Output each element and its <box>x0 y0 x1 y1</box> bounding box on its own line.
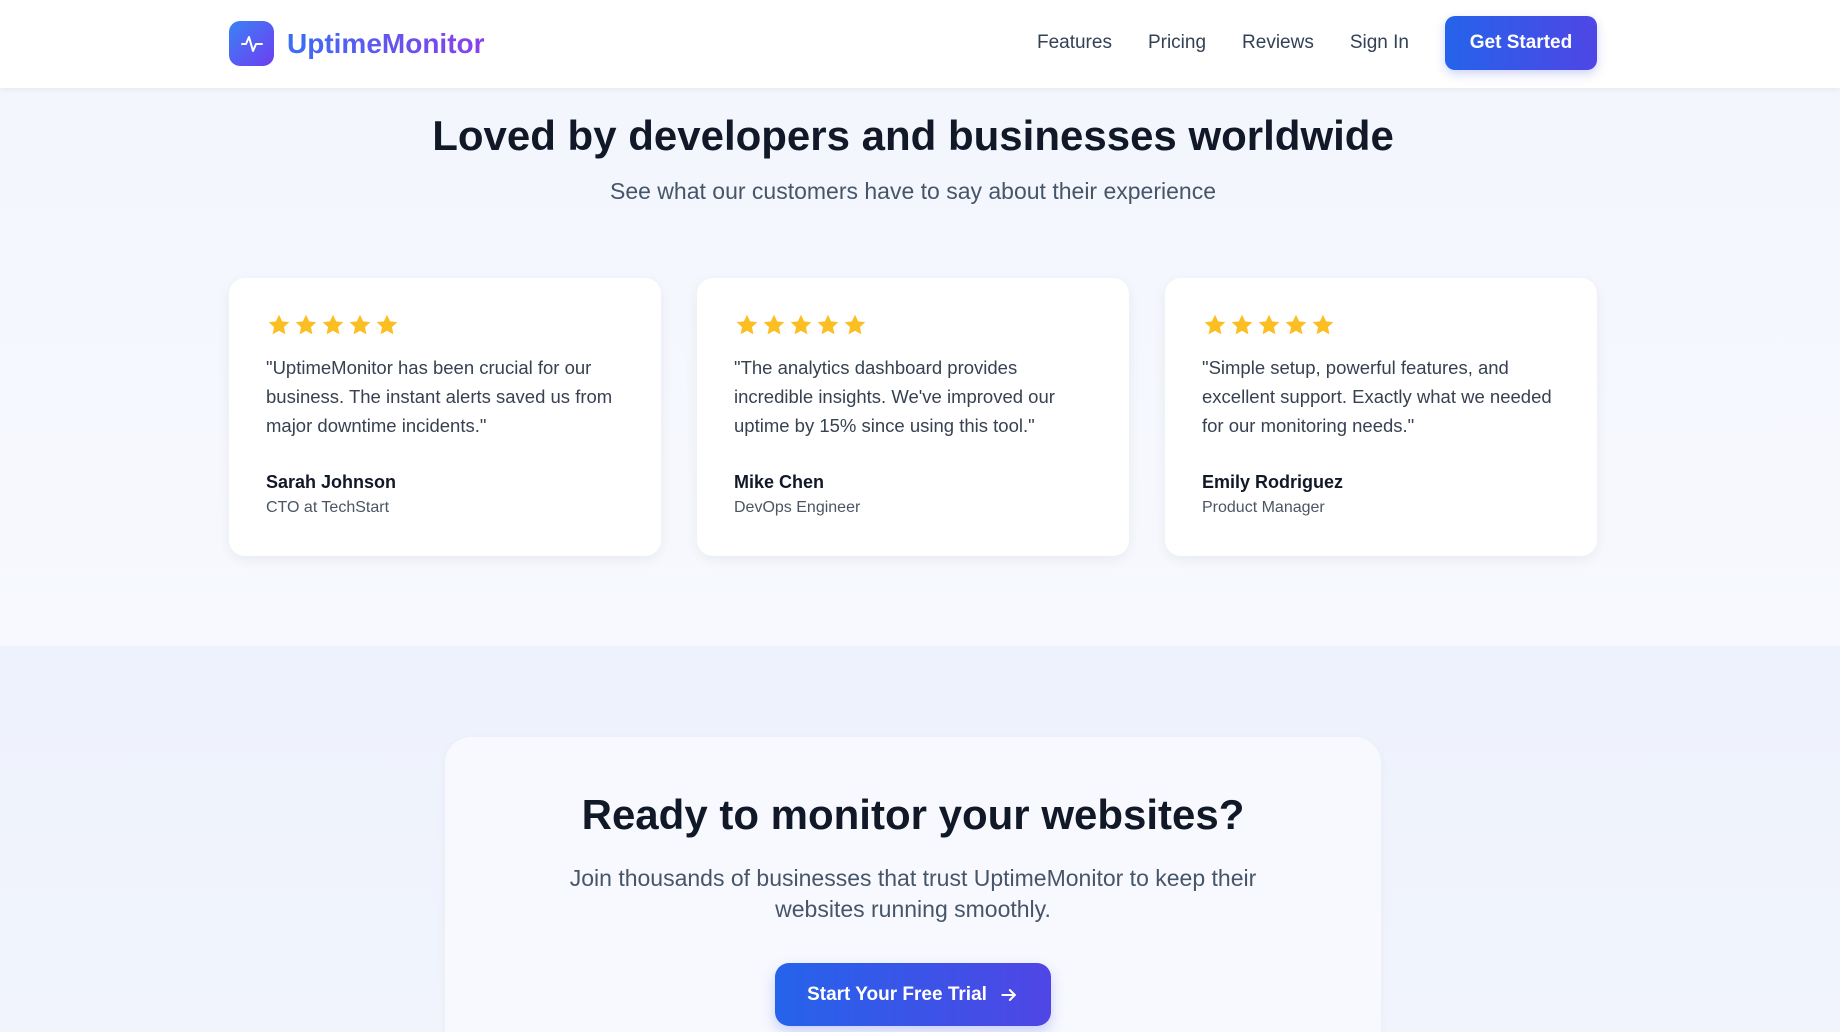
star-icon <box>815 312 841 338</box>
cta-subtitle: Join thousands of businesses that trust … <box>569 865 1257 922</box>
star-icon <box>293 312 319 338</box>
review-role: DevOps Engineer <box>734 499 861 516</box>
review-quote: "The analytics dashboard provides incred… <box>734 357 1055 436</box>
cta-section: Ready to monitor your websites? Join tho… <box>0 646 1840 1032</box>
review-card: "UptimeMonitor has been crucial for our … <box>229 278 661 556</box>
review-card: "Simple setup, powerful features, and ex… <box>1165 278 1597 556</box>
review-role: Product Manager <box>1202 499 1325 516</box>
star-icon <box>761 312 787 338</box>
star-icon <box>842 312 868 338</box>
star-icon <box>347 312 373 338</box>
reviews-title: Loved by developers and businesses world… <box>432 112 1394 159</box>
trial-button-label: Start Your Free Trial <box>807 983 987 1005</box>
star-rating <box>734 312 1093 338</box>
star-icon <box>1256 312 1282 338</box>
star-icon <box>266 312 292 338</box>
brand-logo[interactable]: UptimeMonitor <box>229 21 485 66</box>
get-started-button[interactable]: Get Started <box>1445 16 1597 70</box>
nav-sign-in[interactable]: Sign In <box>1350 32 1409 54</box>
star-rating <box>266 312 625 338</box>
review-quote: "Simple setup, powerful features, and ex… <box>1202 357 1552 436</box>
star-icon <box>1229 312 1255 338</box>
reviews-subtitle: See what our customers have to say about… <box>609 178 1216 204</box>
star-icon <box>374 312 400 338</box>
main-nav: Features Pricing Reviews Sign In Get Sta… <box>1037 16 1597 70</box>
nav-features[interactable]: Features <box>1037 32 1112 54</box>
nav-reviews[interactable]: Reviews <box>1242 32 1314 54</box>
star-icon <box>320 312 346 338</box>
review-author: Mike Chen <box>734 472 825 492</box>
star-icon <box>734 312 760 338</box>
review-quote: "UptimeMonitor has been crucial for our … <box>266 357 613 436</box>
arrow-right-icon <box>1001 988 1016 1001</box>
review-author: Sarah Johnson <box>266 472 397 492</box>
star-icon <box>788 312 814 338</box>
star-icon <box>1283 312 1309 338</box>
review-role: CTO at TechStart <box>266 499 390 516</box>
reviews-section: Loved by developers and businesses world… <box>0 88 1840 646</box>
cta-card: Ready to monitor your websites? Join tho… <box>445 737 1381 1032</box>
site-header: UptimeMonitor Features Pricing Reviews S… <box>0 0 1840 88</box>
review-card: "The analytics dashboard provides incred… <box>697 278 1129 556</box>
cta-title: Ready to monitor your websites? <box>581 791 1245 838</box>
review-author: Emily Rodriguez <box>1202 472 1344 492</box>
brand-name: UptimeMonitor <box>287 27 485 59</box>
star-rating <box>1202 312 1561 338</box>
nav-pricing[interactable]: Pricing <box>1148 32 1206 54</box>
star-icon <box>1202 312 1228 338</box>
start-free-trial-button[interactable]: Start Your Free Trial <box>775 963 1051 1026</box>
star-icon <box>1310 312 1336 338</box>
activity-pulse-icon <box>229 21 274 66</box>
